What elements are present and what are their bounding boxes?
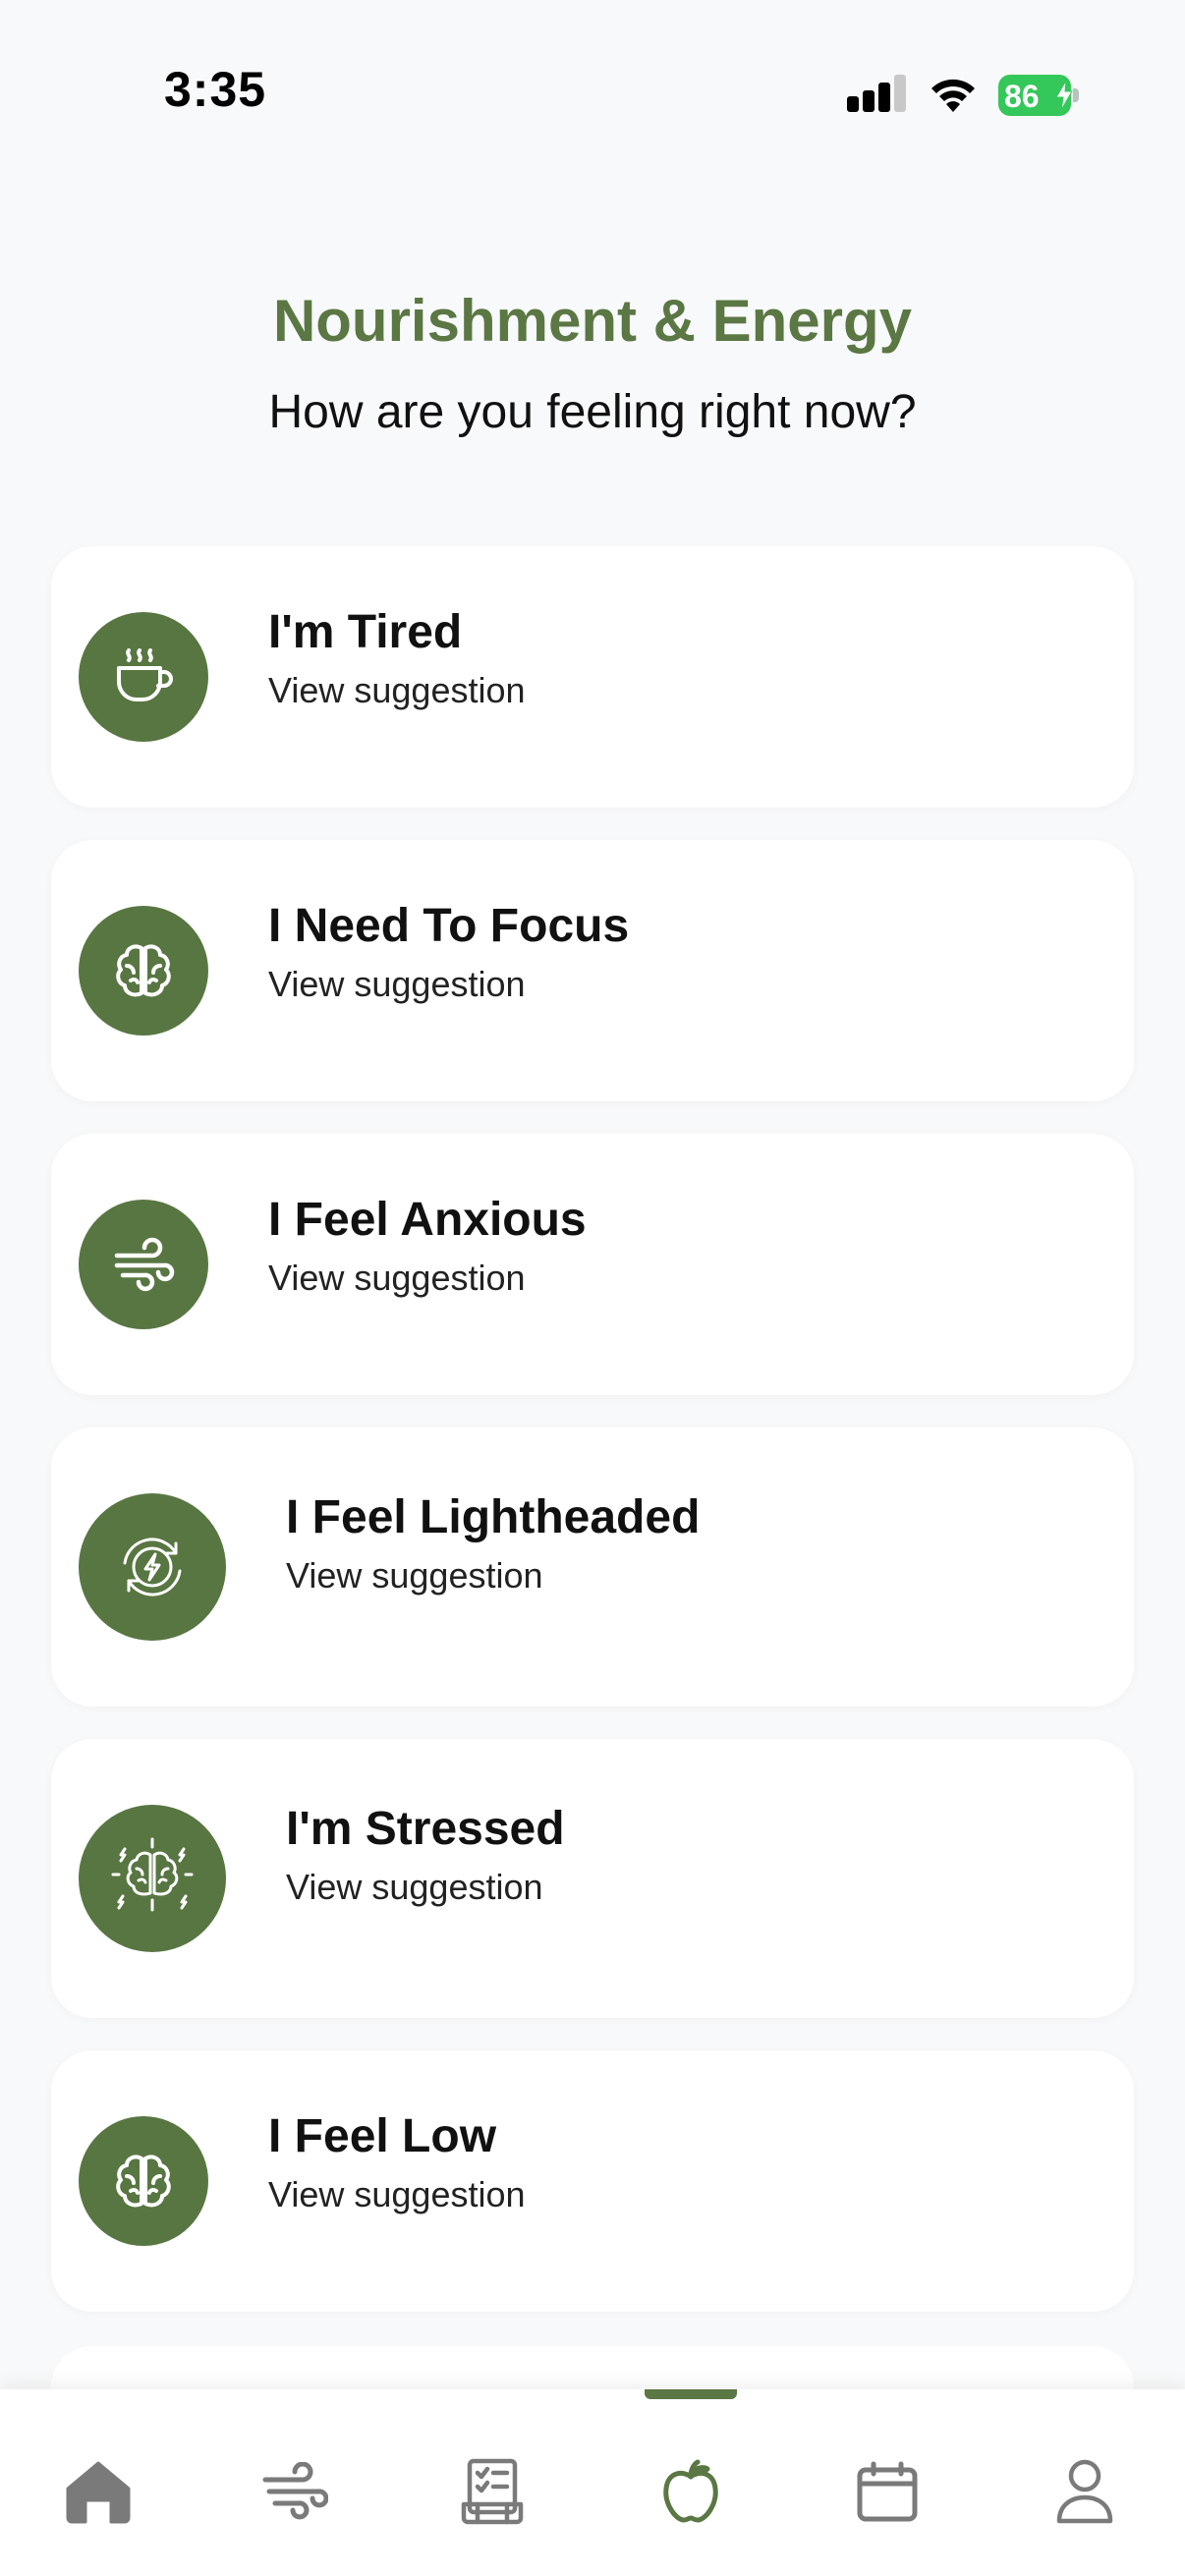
mood-title: I Feel Anxious bbox=[268, 1194, 587, 1246]
signal-icon bbox=[847, 75, 906, 112]
active-tab-indicator bbox=[645, 2389, 737, 2399]
brain-sparks-icon bbox=[79, 1805, 226, 1952]
coffee-cup-icon bbox=[79, 612, 208, 742]
view-suggestion-link[interactable]: View suggestion bbox=[268, 2174, 526, 2215]
view-suggestion-link[interactable]: View suggestion bbox=[268, 964, 526, 1005]
calendar-icon[interactable] bbox=[838, 2442, 936, 2541]
home-icon[interactable] bbox=[49, 2442, 147, 2541]
checklist-icon[interactable] bbox=[443, 2442, 541, 2541]
brain-icon bbox=[79, 906, 208, 1036]
view-suggestion-link[interactable]: View suggestion bbox=[268, 1258, 526, 1299]
mood-card-tired[interactable]: I'm Tired View suggestion bbox=[51, 546, 1134, 808]
view-suggestion-link[interactable]: View suggestion bbox=[286, 1555, 543, 1596]
battery-level: 86 bbox=[1004, 79, 1040, 114]
battery-icon: 86 bbox=[998, 75, 1079, 116]
mood-card-stressed[interactable]: I'm Stressed View suggestion bbox=[51, 1739, 1134, 2018]
breath-wind-icon[interactable] bbox=[246, 2442, 344, 2541]
profile-icon[interactable] bbox=[1036, 2442, 1134, 2541]
mood-card-anxious[interactable]: I Feel Anxious View suggestion bbox=[51, 1134, 1134, 1395]
status-time: 3:35 bbox=[164, 62, 267, 117]
mood-card-focus[interactable]: I Need To Focus View suggestion bbox=[51, 840, 1134, 1101]
page-subtitle: How are you feeling right now? bbox=[268, 386, 917, 438]
energy-cycle-icon bbox=[79, 1493, 226, 1641]
charging-bolt-icon bbox=[1055, 81, 1073, 110]
wifi-icon bbox=[931, 79, 975, 112]
view-suggestion-link[interactable]: View suggestion bbox=[286, 1867, 543, 1908]
page-title: Nourishment & Energy bbox=[272, 288, 913, 354]
view-suggestion-link[interactable]: View suggestion bbox=[268, 670, 526, 711]
mood-title: I Feel Lightheaded bbox=[286, 1491, 701, 1543]
wind-icon bbox=[79, 1200, 208, 1329]
status-bar: 3:35 86 bbox=[0, 0, 1185, 196]
brain-icon bbox=[79, 2116, 208, 2246]
apple-icon[interactable] bbox=[642, 2442, 740, 2541]
mood-title: I'm Tired bbox=[268, 606, 463, 658]
mood-title: I'm Stressed bbox=[286, 1803, 565, 1855]
mood-card-lightheaded[interactable]: I Feel Lightheaded View suggestion bbox=[51, 1428, 1134, 1707]
mood-title: I Feel Low bbox=[268, 2110, 497, 2162]
screen: 3:35 86 Nourishment & Energy How are you… bbox=[0, 0, 1185, 2576]
mood-title: I Need To Focus bbox=[268, 900, 630, 952]
bottom-nav bbox=[0, 2389, 1185, 2576]
mood-card-low[interactable]: I Feel Low View suggestion bbox=[51, 2050, 1134, 2312]
